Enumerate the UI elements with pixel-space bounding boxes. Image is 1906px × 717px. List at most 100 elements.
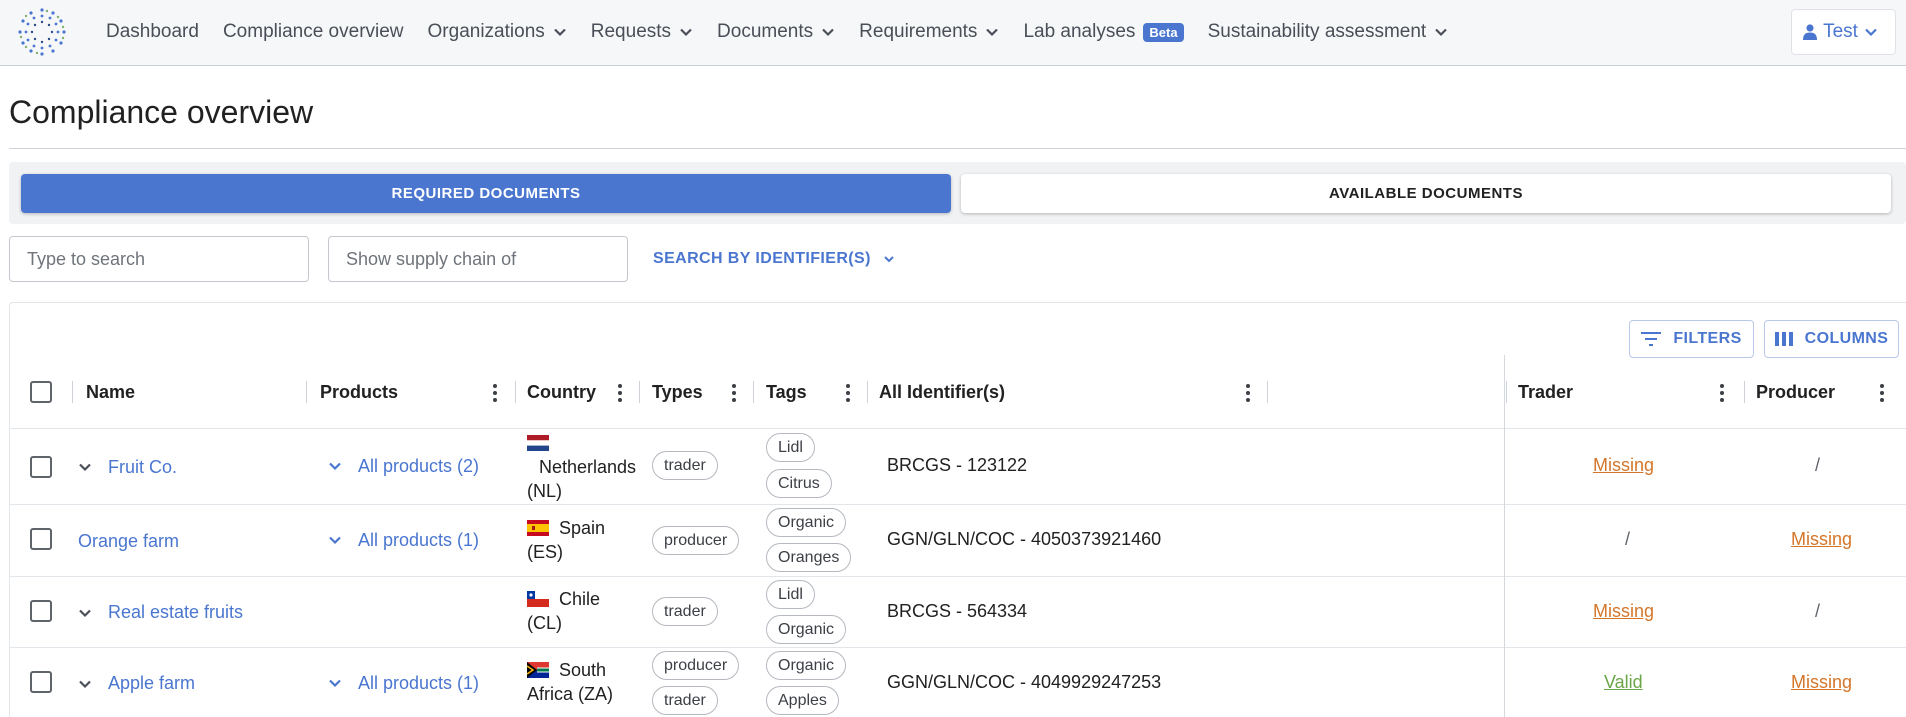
nav-item-requirements[interactable]: Requirements [859,21,999,43]
tag-chip[interactable]: Organic [766,615,847,644]
search-by-identifier-button[interactable]: SEARCH BY IDENTIFIER(S) [653,236,895,282]
chevron-down-icon[interactable] [328,459,342,473]
column-header-products[interactable]: Products [320,355,398,429]
nav-item-documents[interactable]: Documents [717,21,835,43]
nav-item-sustainability-assessment[interactable]: Sustainability assessment [1208,21,1449,43]
column-separator [306,381,307,403]
nav-item-dashboard[interactable]: Dashboard [106,21,199,43]
products-link[interactable]: All products (2) [358,456,479,477]
chevron-down-icon[interactable] [328,676,342,690]
chevron-down-icon[interactable] [78,677,92,691]
country-cell: South Africa (ZA) [527,658,637,706]
column-header-tags[interactable]: Tags [766,355,807,429]
chevron-down-icon [1435,28,1447,37]
type-chip[interactable]: producer [652,526,740,555]
chevron-down-icon [884,256,894,263]
products-link[interactable]: All products (1) [358,530,479,551]
type-chip[interactable]: producer [652,651,740,680]
tag-chip[interactable]: Apples [766,686,839,715]
column-menu-icon[interactable] [618,384,622,402]
nav-item-requests[interactable]: Requests [591,21,693,43]
nav-item-organizations[interactable]: Organizations [428,21,567,43]
table-row[interactable]: Apple farm All products (1) South Africa… [10,648,1906,717]
row-checkbox[interactable] [30,600,52,622]
tag-chip[interactable]: Lidl [766,580,815,609]
column-menu-icon[interactable] [1720,384,1724,402]
user-menu-button[interactable]: Test [1791,9,1896,55]
products-link[interactable]: All products (1) [358,673,479,694]
column-separator [1267,381,1268,403]
tag-chip[interactable]: Organic [766,651,847,680]
column-header-trader[interactable]: Trader [1518,355,1573,429]
chevron-down-icon [822,28,834,37]
producer-status-missing[interactable]: Missing [1791,529,1852,550]
type-chip[interactable]: trader [652,451,718,480]
country-cell: Chile (CL) [527,587,637,635]
chevron-down-icon [1865,28,1877,37]
user-name: Test [1823,21,1858,42]
country-code: (NL) [527,481,562,501]
column-header-country[interactable]: Country [527,355,596,429]
column-separator [639,381,640,403]
country-name: Netherlands [539,457,637,477]
column-menu-icon[interactable] [1246,384,1250,402]
organization-name-link[interactable]: Apple farm [108,673,195,694]
type-chip[interactable]: trader [652,686,718,715]
trader-status-valid[interactable]: Valid [1604,672,1643,693]
column-menu-icon[interactable] [732,384,736,402]
nav-item-compliance-overview[interactable]: Compliance overview [223,21,404,43]
organization-name-link[interactable]: Real estate fruits [108,602,243,623]
search-input[interactable] [9,236,309,282]
organization-name-link[interactable]: Fruit Co. [108,457,177,478]
column-menu-icon[interactable] [493,384,497,402]
organization-name-link[interactable]: Orange farm [78,531,179,552]
columns-button[interactable]: COLUMNS [1764,320,1899,358]
filters-button[interactable]: FILTERS [1629,320,1754,358]
top-navigation-bar: Dashboard Compliance overview Organizati… [0,0,1906,66]
table-row[interactable]: Orange farm All products (1) Spain (ES) … [10,505,1906,577]
column-separator [1506,381,1507,403]
column-header-identifiers[interactable]: All Identifier(s) [879,355,1005,429]
nav-item-lab-analyses[interactable]: Lab analyses Beta [1023,21,1184,43]
tag-chip[interactable]: Oranges [766,543,852,572]
trader-status-missing[interactable]: Missing [1593,455,1654,476]
table-row[interactable]: Real estate fruits Chile (CL) trader Lid… [10,577,1906,648]
trader-status-missing[interactable]: Missing [1593,601,1654,622]
row-checkbox[interactable] [30,456,52,478]
filter-icon [1641,332,1662,346]
supply-chain-input[interactable] [328,236,628,282]
flag-za-icon [527,662,549,678]
tab-required-documents[interactable]: REQUIRED DOCUMENTS [21,174,951,213]
main-nav: Dashboard Compliance overview Organizati… [106,0,1472,64]
column-menu-icon[interactable] [846,384,850,402]
producer-status-missing[interactable]: Missing [1791,672,1852,693]
row-checkbox[interactable] [30,528,52,550]
column-menu-icon[interactable] [1880,384,1884,402]
nav-item-label: Requirements [859,21,978,42]
tag-chip[interactable]: Citrus [766,469,832,498]
nav-item-label: Compliance overview [222,21,404,42]
tab-available-documents[interactable]: AVAILABLE DOCUMENTS [961,174,1891,213]
compliance-table: FILTERS COLUMNS Name Products Country Ty… [9,302,1906,717]
columns-label: COLUMNS [1804,330,1889,347]
flag-es-icon [527,520,549,536]
tag-chip[interactable]: Lidl [766,433,815,462]
column-separator [1744,381,1745,403]
chevron-down-icon[interactable] [78,606,92,620]
chevron-down-icon[interactable] [328,533,342,547]
table-header: Name Products Country Types Tags All Ide… [10,355,1906,429]
type-chip[interactable]: trader [652,597,718,626]
page-title: Compliance overview [9,94,314,130]
chevron-down-icon[interactable] [78,460,92,474]
tag-chip[interactable]: Organic [766,508,847,537]
row-checkbox[interactable] [30,671,52,693]
logo-icon[interactable] [16,6,68,58]
table-row[interactable]: Fruit Co. All products (2) Netherlands (… [10,429,1906,505]
column-header-types[interactable]: Types [652,355,703,429]
select-all-checkbox[interactable] [30,381,52,403]
nav-item-label: Dashboard [106,21,199,42]
nav-item-label: Lab analyses [1023,21,1136,42]
column-header-name[interactable]: Name [86,355,135,429]
column-header-producer[interactable]: Producer [1756,355,1835,429]
column-separator [867,381,868,403]
